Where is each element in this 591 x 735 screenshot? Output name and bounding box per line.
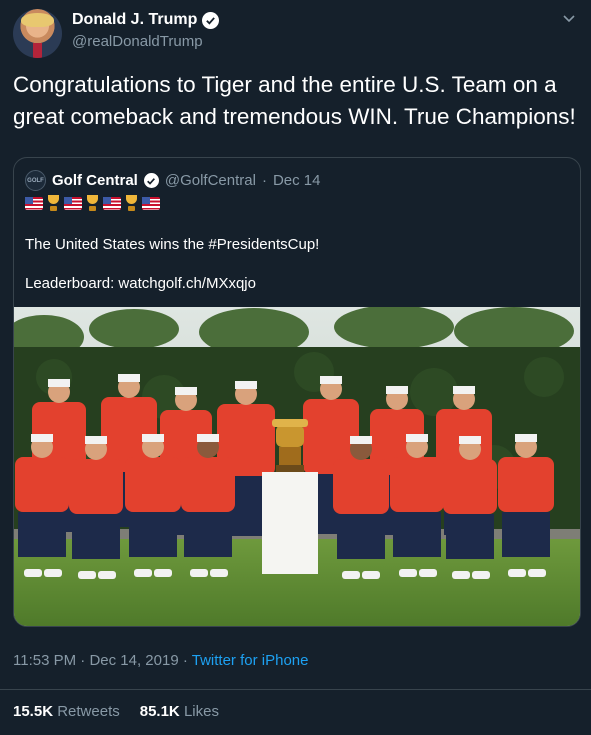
author-avatar[interactable] — [13, 9, 62, 58]
quoted-header: GOLF Golf Central @GolfCentral · Dec 14 — [25, 170, 320, 191]
quoted-author-handle[interactable]: @GolfCentral — [165, 172, 256, 189]
tweet-time[interactable]: 11:53 PM — [13, 652, 76, 669]
quoted-tweet[interactable]: GOLF Golf Central @GolfCentral · Dec 14 … — [13, 157, 581, 627]
quoted-text-line1: The United States wins the #PresidentsCu… — [25, 236, 320, 253]
meta-separator: · — [80, 652, 86, 669]
author-handle[interactable]: @realDonaldTrump — [72, 33, 203, 50]
us-flag-icon — [25, 197, 43, 210]
quoted-text-line2: Leaderboard: watchgolf.ch/MXxqjo — [25, 275, 256, 292]
tweet-source-link[interactable]: Twitter for iPhone — [192, 652, 309, 669]
meta-separator: · — [182, 652, 188, 669]
us-flag-icon — [142, 197, 160, 210]
us-flag-icon — [103, 197, 121, 210]
emoji-row — [25, 195, 160, 212]
golf-central-logo: GOLF — [25, 170, 46, 191]
team-photo[interactable] — [14, 307, 580, 626]
author-name-row: Donald J. Trump — [72, 11, 220, 29]
tweet-date[interactable]: Dec 14, 2019 — [89, 652, 178, 669]
author-name[interactable]: Donald J. Trump — [72, 11, 197, 29]
trophy-icon — [84, 195, 101, 212]
tweet-text: Congratulations to Tiger and the entire … — [13, 72, 576, 129]
trophy-icon — [123, 195, 140, 212]
engagement-stats: 15.5K Retweets 85.1K Likes — [13, 703, 219, 720]
quoted-date[interactable]: Dec 14 — [273, 172, 321, 189]
likes-label: Likes — [183, 703, 219, 720]
trophy-icon — [45, 195, 62, 212]
retweets-count: 15.5K — [13, 703, 54, 720]
verified-badge-icon — [143, 173, 159, 188]
retweets-stat[interactable]: 15.5K Retweets — [13, 703, 120, 720]
verified-badge-icon — [202, 11, 220, 29]
likes-stat[interactable]: 85.1K Likes — [140, 703, 219, 720]
quoted-author-name[interactable]: Golf Central — [52, 172, 138, 189]
likes-count: 85.1K — [139, 703, 180, 720]
divider — [0, 689, 591, 690]
chevron-down-icon[interactable] — [561, 10, 577, 26]
retweets-label: Retweets — [57, 703, 120, 720]
tweet-meta: 11:53 PM · Dec 14, 2019 · Twitter for iP… — [13, 652, 308, 669]
quoted-separator: · — [261, 172, 267, 189]
us-flag-icon — [64, 197, 82, 210]
